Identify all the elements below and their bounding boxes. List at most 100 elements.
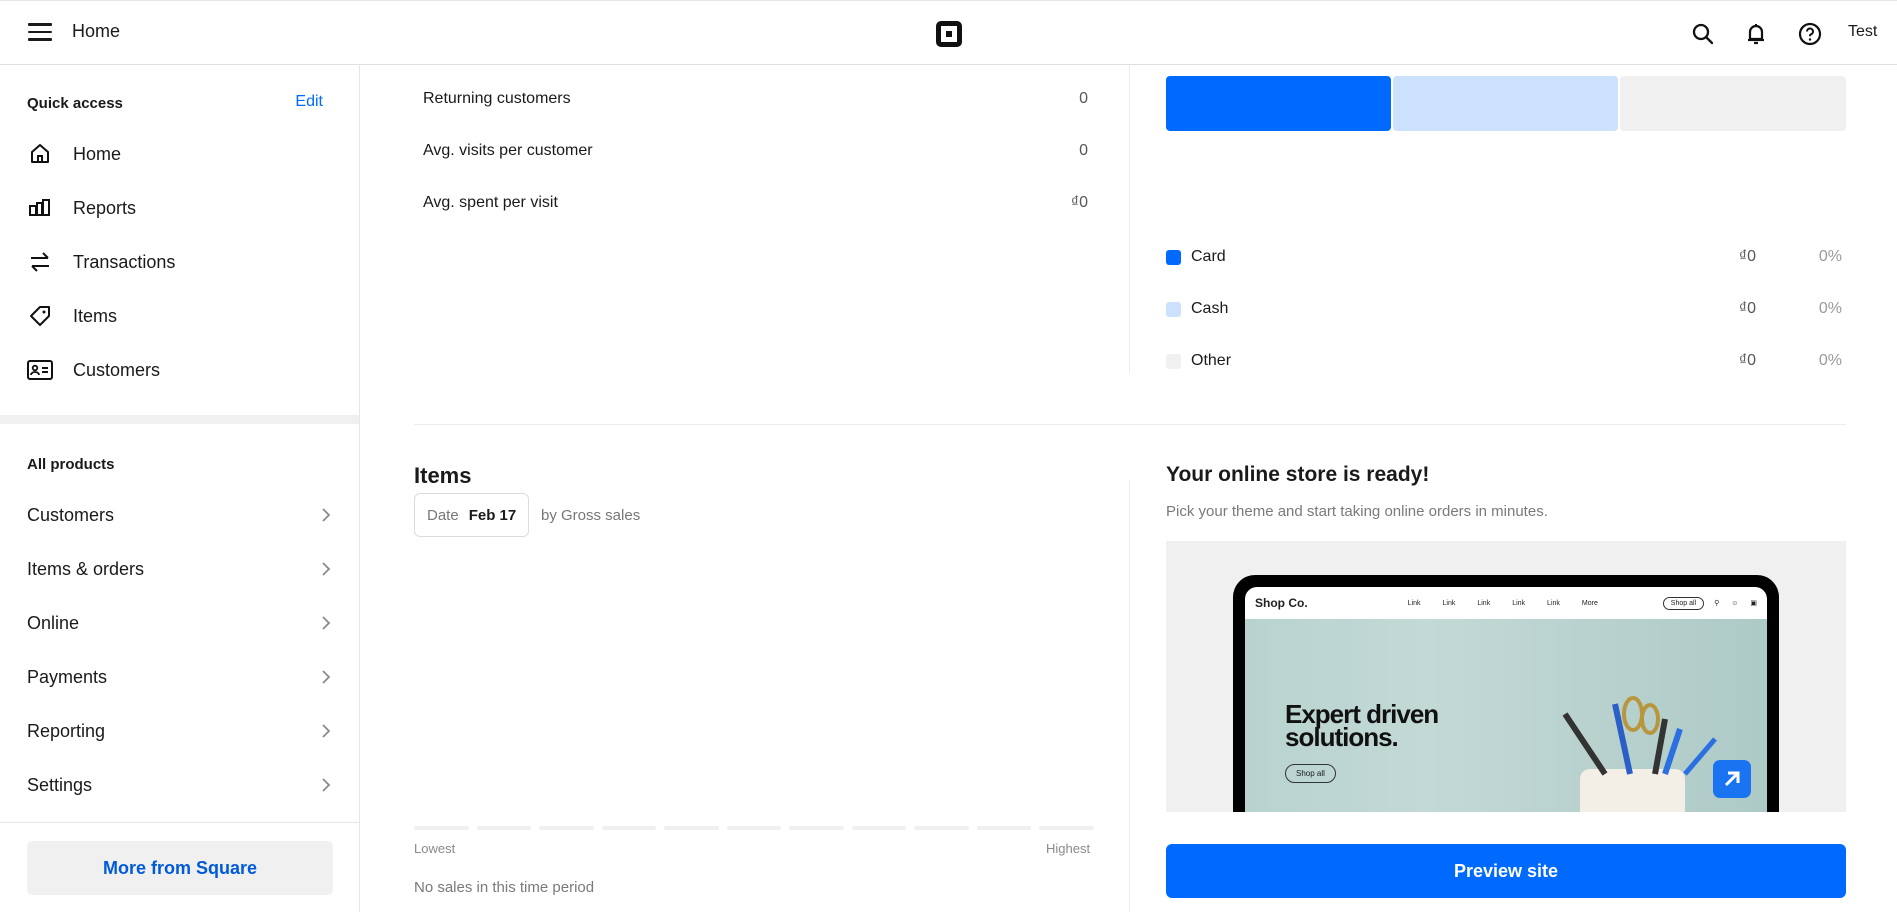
legend-name: Cash <box>1191 300 1229 317</box>
product-item-online[interactable]: Online <box>27 603 332 643</box>
preview-nav-link: Link <box>1442 599 1456 607</box>
sidebar-item-label: Customers <box>73 359 161 380</box>
payment-legend-row: Card ₫0 0% <box>1166 245 1842 269</box>
heat-scale <box>414 826 1095 830</box>
stat-value: ₫0 <box>1070 194 1088 211</box>
date-filter-button[interactable]: Date Feb 17 <box>414 493 530 537</box>
tablet-frame: Shop Co. Link Link Link Link Link More S… <box>1233 575 1779 812</box>
sidebar-item-reports[interactable]: Reports <box>27 188 327 228</box>
home-icon <box>27 141 53 167</box>
sidebar-item-label: Reports <box>73 197 137 218</box>
section-divider <box>0 415 359 424</box>
pens-illustration <box>1562 696 1717 776</box>
payment-bar-card <box>1166 76 1391 131</box>
column-divider <box>1129 65 1130 373</box>
square-logo[interactable] <box>936 21 962 47</box>
stat-row: Avg. spent per visit ₫0 <box>423 194 1088 218</box>
product-item-customers[interactable]: Customers <box>27 495 332 535</box>
main-content: Returning customers 0 Avg. visits per cu… <box>360 65 1897 912</box>
legend-percent: 0% <box>1818 352 1842 369</box>
sidebar: Quick access Edit Home Reports Transacti… <box>0 65 360 912</box>
product-item-label: Reporting <box>27 720 106 741</box>
date-filter-value: Feb 17 <box>468 506 517 524</box>
preview-cart-icon: ▣ <box>1750 600 1757 607</box>
stat-row: Avg. visits per customer 0 <box>423 142 1088 166</box>
tag-icon <box>27 303 53 329</box>
scale-segment <box>726 826 782 830</box>
scale-segment <box>851 826 907 830</box>
legend-swatch <box>1166 249 1181 265</box>
legend-swatch <box>1166 301 1181 317</box>
preview-hero: Expert driven solutions. Shop all <box>1245 619 1767 812</box>
sidebar-item-items[interactable]: Items <box>27 296 327 336</box>
id-card-icon <box>27 357 53 383</box>
sidebar-item-home[interactable]: Home <box>27 134 327 174</box>
scale-segment <box>976 826 1032 830</box>
product-item-settings[interactable]: Settings <box>27 765 332 805</box>
legend-name: Other <box>1191 352 1232 369</box>
chevron-right-icon <box>322 508 331 522</box>
preview-nav: Shop Co. Link Link Link Link Link More S… <box>1245 587 1767 619</box>
legend-name: Card <box>1191 248 1226 265</box>
preview-hero-text: Expert driven solutions. <box>1285 701 1439 752</box>
payment-bar-other <box>1620 76 1846 131</box>
product-item-label: Items & orders <box>27 558 145 579</box>
sidebar-item-label: Transactions <box>73 251 176 272</box>
product-item-label: Customers <box>27 504 115 525</box>
search-icon[interactable] <box>1690 21 1716 47</box>
scale-segment <box>1039 826 1095 830</box>
date-filter-key: Date <box>427 506 459 524</box>
legend-percent: 0% <box>1818 248 1842 265</box>
preview-brand: Shop Co. <box>1255 596 1308 610</box>
sort-by-label: by Gross sales <box>541 507 641 524</box>
chevron-right-icon <box>322 778 331 792</box>
open-external-icon[interactable] <box>1713 760 1751 798</box>
product-item-reporting[interactable]: Reporting <box>27 711 332 751</box>
scale-segment <box>664 826 719 830</box>
sidebar-footer-divider <box>0 822 359 823</box>
scale-low-label: Lowest <box>414 841 456 856</box>
scale-segment <box>789 826 844 830</box>
payment-legend-row: Other ₫0 0% <box>1166 349 1842 373</box>
bell-icon[interactable] <box>1743 21 1769 47</box>
sidebar-item-customers[interactable]: Customers <box>27 350 327 390</box>
chevron-right-icon <box>322 562 331 576</box>
help-icon[interactable] <box>1797 21 1823 47</box>
legend-swatch <box>1166 353 1181 369</box>
product-item-label: Payments <box>27 666 108 687</box>
legend-percent: 0% <box>1818 300 1842 317</box>
scale-segment <box>914 826 969 830</box>
stat-label: Avg. spent per visit <box>423 194 558 211</box>
online-store-heading: Your online store is ready! <box>1166 463 1430 486</box>
more-from-square-button[interactable]: More from Square <box>27 841 333 895</box>
edit-quick-access-link[interactable]: Edit <box>295 93 323 111</box>
preview-nav-link: Link <box>1547 599 1560 607</box>
preview-site-button[interactable]: Preview site <box>1166 844 1846 898</box>
scale-segment <box>414 826 469 830</box>
scale-high-label: Highest <box>1046 841 1091 856</box>
sidebar-item-transactions[interactable]: Transactions <box>27 242 327 282</box>
scale-segment <box>601 826 657 830</box>
stat-label: Returning customers <box>423 90 571 107</box>
product-item-label: Online <box>27 612 80 633</box>
preview-nav-link: Link <box>1512 599 1526 607</box>
chevron-right-icon <box>322 670 331 684</box>
empty-state-message: No sales in this time period <box>414 879 595 896</box>
product-item-items-orders[interactable]: Items & orders <box>27 549 332 589</box>
scale-segment <box>539 826 594 830</box>
product-item-payments[interactable]: Payments <box>27 657 332 697</box>
payment-bar-cash <box>1393 76 1618 131</box>
all-products-heading: All products <box>27 456 115 473</box>
menu-icon[interactable] <box>28 23 52 43</box>
hero-line: solutions. <box>1285 722 1399 752</box>
preview-nav-link: More <box>1581 599 1598 607</box>
chevron-right-icon <box>322 724 331 738</box>
preview-account-icon: ☺ <box>1731 599 1739 607</box>
column-divider <box>1129 480 1130 912</box>
online-store-subtitle: Pick your theme and start taking online … <box>1166 503 1548 520</box>
quick-access-heading: Quick access <box>27 95 123 112</box>
preview-nav-link: Link <box>1407 599 1421 607</box>
user-name[interactable]: Test <box>1848 23 1877 41</box>
tablet-screen: Shop Co. Link Link Link Link Link More S… <box>1245 587 1767 812</box>
arrows-swap-icon <box>27 249 53 275</box>
